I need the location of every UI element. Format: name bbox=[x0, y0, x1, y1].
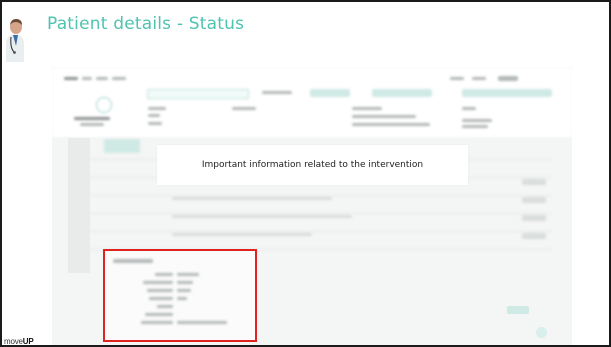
logo-prefix: move bbox=[4, 337, 23, 346]
logo-suffix: UP bbox=[22, 337, 34, 346]
doctor-avatar-icon bbox=[5, 18, 25, 62]
slide-title: Patient details - Status bbox=[47, 14, 245, 34]
intervention-info-callout: Important information related to the int… bbox=[157, 145, 468, 185]
sidebar-placeholder bbox=[68, 138, 90, 273]
action-button-placeholder bbox=[507, 306, 529, 314]
intervention-details-highlight bbox=[103, 249, 257, 342]
slide-frame: Patient details - Status Important infor… bbox=[0, 0, 611, 347]
help-bubble-placeholder bbox=[536, 327, 547, 338]
app-header-area bbox=[52, 67, 572, 137]
search-field bbox=[147, 89, 249, 99]
moveup-logo: moveUP bbox=[4, 337, 34, 346]
